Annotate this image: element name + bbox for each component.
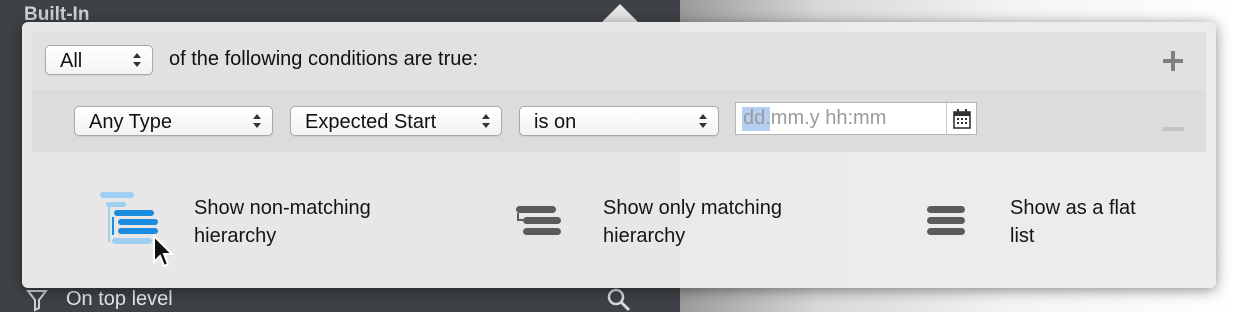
search-icon[interactable] [606,287,632,318]
filter-popover: All of the following conditions are true… [22,22,1216,288]
operator-select-value: is on [534,111,577,133]
flat-list-icon [926,204,966,243]
updown-arrows-icon [699,114,707,128]
conditions-label: of the following conditions are true: [169,48,479,70]
option-label-line1: Show as a flat [1010,197,1136,219]
match-select-value: All [60,50,83,72]
operator-select[interactable]: is on [519,106,719,136]
option-label-line2: hierarchy [194,225,277,247]
option-label-line2: list [1010,225,1035,247]
calendar-icon[interactable] [953,109,971,134]
option-label: Show as a flat list [1010,194,1136,250]
sidebar-footer: On top level [0,286,680,312]
date-placeholder: dd.mm.y hh:mm [743,107,887,129]
plus-icon [1163,51,1183,71]
add-condition-button[interactable] [1162,50,1184,77]
option-label: Show only matching hierarchy [603,194,782,250]
field-select-value: Expected Start [305,111,437,133]
option-label-line2: hierarchy [603,225,686,247]
remove-condition-button[interactable] [1162,120,1184,138]
option-label-line1: Show only matching [603,197,782,219]
type-select[interactable]: Any Type [74,106,273,136]
type-select-value: Any Type [89,111,173,133]
field-divider [946,103,947,134]
minus-icon [1162,127,1184,131]
field-select[interactable]: Expected Start [290,106,502,136]
mouse-pointer-icon [152,233,176,275]
updown-arrows-icon [482,114,490,128]
updown-arrows-icon [253,114,261,128]
filter-icon[interactable] [25,288,49,317]
option-label: Show non-matching hierarchy [194,194,371,250]
match-select[interactable]: All [45,45,153,75]
footer-label: On top level [66,288,173,310]
updown-arrows-icon [133,53,141,67]
hierarchy-icon [514,204,564,243]
date-time-field[interactable]: dd.mm.y hh:mm [735,102,977,135]
popover-arrow [602,4,638,22]
option-label-line1: Show non-matching [194,197,371,219]
